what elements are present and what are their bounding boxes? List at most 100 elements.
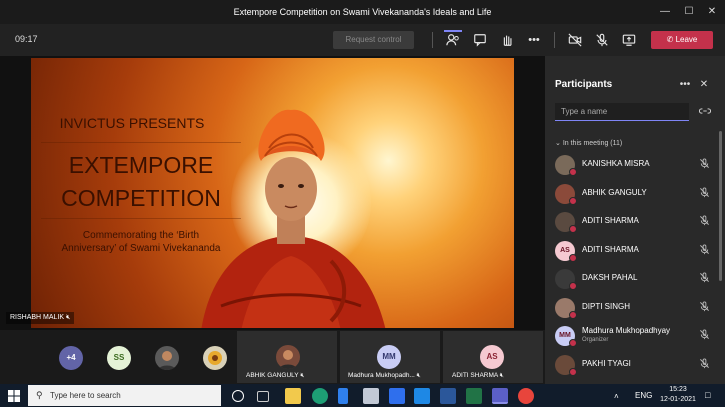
- maximize-button[interactable]: ☐: [679, 4, 699, 20]
- cortana-icon[interactable]: [232, 390, 244, 402]
- mic-off-icon[interactable]: [593, 31, 611, 49]
- edge-icon[interactable]: [312, 388, 328, 404]
- active-tab-indicator: [444, 30, 462, 32]
- mic-off-icon[interactable]: [699, 299, 711, 311]
- chat-icon[interactable]: [471, 31, 489, 49]
- participant-row[interactable]: KANISHKA MISRA: [555, 153, 709, 181]
- store-app-icon[interactable]: [338, 388, 348, 404]
- mic-off-icon[interactable]: [699, 270, 711, 283]
- mic-off-icon[interactable]: [699, 213, 711, 226]
- leave-label: Leave: [675, 35, 698, 44]
- mic-off-icon: 🔇︎: [66, 314, 71, 321]
- mic-off-icon[interactable]: [699, 327, 711, 340]
- word-icon[interactable]: [440, 388, 456, 404]
- share-invite-icon[interactable]: [698, 105, 712, 119]
- participant-row[interactable]: AS ADITI SHARMA: [555, 239, 709, 267]
- presence-badge: [569, 310, 577, 319]
- panel-close-icon[interactable]: ✕: [697, 78, 711, 92]
- taskbar-search-input[interactable]: Type here to search: [28, 385, 221, 406]
- windows-start-icon[interactable]: [8, 389, 20, 407]
- slide-title-line2: COMPETITION: [61, 185, 221, 211]
- participant-name: ADITI SHARMA: [582, 216, 639, 225]
- mic-off-icon[interactable]: [699, 185, 711, 197]
- participant-avatar-photo: [276, 345, 300, 369]
- meeting-toolbar: 09:17 Request control ••• ✆ Leave: [0, 24, 725, 56]
- presence-badge: [569, 367, 577, 376]
- presence-badge: [569, 196, 577, 205]
- slide-heading-presents: INVICTUS PRESENTS: [59, 115, 205, 131]
- participant-row[interactable]: MM Madhura Mukhopadhyay Organizer: [555, 324, 709, 352]
- participant-avatar-photo[interactable]: [203, 346, 227, 370]
- more-participants-badge[interactable]: +4: [59, 346, 83, 370]
- participant-row[interactable]: DAKSH PAHAL: [555, 267, 709, 295]
- chevron-down-icon: ⌄: [555, 140, 561, 147]
- minimize-button[interactable]: —: [655, 4, 675, 20]
- language-indicator[interactable]: ENG: [635, 391, 652, 400]
- meeting-timer: 09:17: [15, 34, 38, 44]
- participant-name: ADITI SHARMA: [582, 244, 639, 254]
- mic-off-icon: 🔇︎: [416, 372, 421, 379]
- raise-hand-icon[interactable]: [498, 31, 516, 49]
- participant-row[interactable]: DIPTI SINGH: [555, 296, 709, 324]
- title-bar: Extempore Competition on Swami Vivekanan…: [0, 0, 725, 24]
- participants-icon[interactable]: [444, 31, 462, 49]
- close-button[interactable]: ✕: [702, 4, 722, 20]
- clock-date[interactable]: 12-01-2021: [658, 396, 698, 403]
- toolbar-divider: [554, 32, 555, 48]
- camera-off-icon[interactable]: [566, 31, 584, 49]
- slide-divider: [41, 218, 241, 219]
- presenter-name-tag: RISHABH MALIK 🔇︎: [6, 312, 75, 324]
- participant-avatar-mm: MM: [377, 345, 401, 369]
- toolbar-divider: [432, 32, 433, 48]
- participant-search-input[interactable]: Type a name: [555, 103, 689, 121]
- presentation-slide: INVICTUS PRESENTS EXTEMPORE COMPETITION …: [31, 58, 514, 328]
- mic-off-icon[interactable]: [699, 356, 711, 368]
- shared-content-stage: INVICTUS PRESENTS EXTEMPORE COMPETITION …: [0, 56, 545, 330]
- participant-avatar-ss[interactable]: SS: [107, 346, 131, 370]
- presence-badge: [569, 168, 577, 176]
- tray-chevron-icon[interactable]: ˄: [614, 392, 619, 401]
- panel-more-icon[interactable]: •••: [678, 78, 692, 92]
- participant-avatar-photo[interactable]: [155, 346, 179, 370]
- slide-subtitle-line2: Anniversary’ of Swami Vivekananda: [61, 243, 221, 254]
- participant-row[interactable]: ABHIK GANGULY: [555, 182, 709, 210]
- file-explorer-icon[interactable]: [285, 388, 301, 404]
- mic-off-icon[interactable]: [699, 242, 711, 254]
- teams-icon[interactable]: [492, 388, 508, 404]
- participants-panel: Participants ••• ✕ Type a name ⌄ In this…: [545, 56, 725, 384]
- presence-badge: [569, 253, 577, 262]
- presence-badge: [569, 339, 577, 347]
- taskbar-search-label: Type here to search: [50, 391, 121, 400]
- participant-row[interactable]: ADITI SHARMA: [555, 210, 709, 238]
- presence-badge: [569, 282, 577, 290]
- notification-icon[interactable]: □: [705, 390, 710, 400]
- share-screen-icon[interactable]: [620, 31, 638, 49]
- store-icon[interactable]: [363, 388, 379, 404]
- mail-icon[interactable]: [414, 388, 430, 404]
- chrome-icon[interactable]: [518, 388, 534, 404]
- excel-icon[interactable]: [466, 388, 482, 404]
- search-icon: ⚲: [36, 390, 43, 400]
- mic-off-icon[interactable]: [699, 156, 711, 169]
- mic-off-icon: 🔇︎: [300, 372, 305, 379]
- leave-button[interactable]: ✆ Leave: [651, 31, 713, 49]
- participant-list-scrollbar[interactable]: [719, 131, 722, 281]
- participant-name: ABHIK GANGULY: [582, 187, 647, 197]
- dropbox-icon[interactable]: [389, 388, 405, 404]
- participant-row[interactable]: PAKHI TYAGI: [555, 353, 709, 381]
- mic-off-icon: 🔇︎: [499, 372, 504, 379]
- participant-name: KANISHKA MISRA: [582, 159, 650, 168]
- clock-time[interactable]: 15:23: [663, 386, 693, 393]
- video-tile-name: Madhura Mukhopadh... 🔇︎: [348, 372, 421, 379]
- request-control-button[interactable]: Request control: [333, 31, 414, 49]
- in-meeting-section-label[interactable]: ⌄ In this meeting (11): [555, 139, 622, 147]
- participant-name: Madhura Mukhopadhyay: [582, 326, 671, 335]
- participant-name: DIPTI SINGH: [582, 301, 631, 311]
- participant-name: PAKHI TYAGI: [582, 358, 631, 368]
- task-view-icon[interactable]: [257, 391, 269, 402]
- more-actions-icon[interactable]: •••: [525, 31, 543, 49]
- window-title: Extempore Competition on Swami Vivekanan…: [233, 7, 492, 17]
- phone-hangup-icon: ✆: [666, 35, 674, 44]
- panel-title: Participants: [555, 79, 613, 90]
- presenter-name: RISHABH MALIK: [10, 314, 65, 321]
